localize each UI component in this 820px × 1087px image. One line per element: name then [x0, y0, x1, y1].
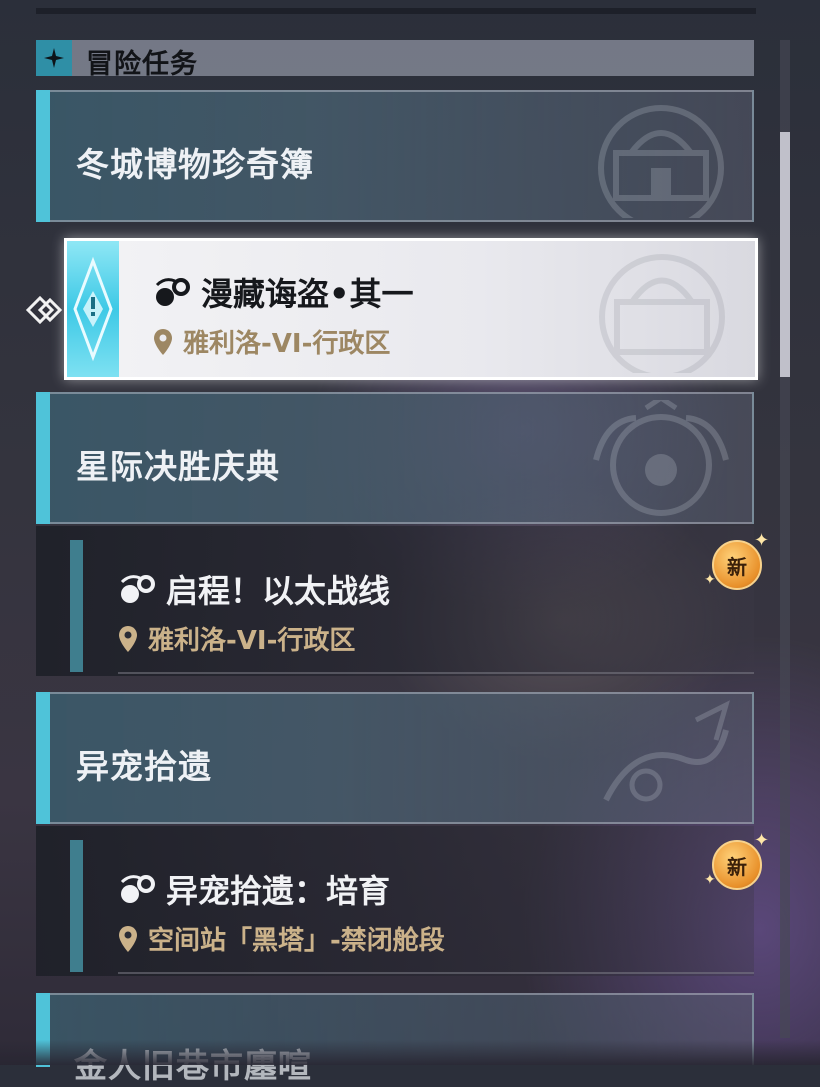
quest-item[interactable]: 启程！以太战线 雅利洛-VI-行政区 — [36, 526, 754, 676]
quest-type-icon — [120, 575, 155, 603]
quest-gem-icon — [67, 241, 119, 377]
quest-type-icon — [155, 278, 190, 306]
category-accent-bar — [36, 692, 50, 824]
location-pin-icon — [154, 328, 172, 355]
category-label: 冬城博物珍奇簿 — [76, 145, 314, 184]
quest-location: 雅利洛-VI-行政区 — [153, 323, 390, 360]
category-accent-bar — [36, 392, 50, 524]
sparkle-diamond-icon — [36, 40, 72, 76]
sparkle-icon: ✦ — [704, 872, 716, 888]
sparkle-icon: ✦ — [754, 530, 770, 551]
location-pin-icon — [119, 625, 137, 652]
sparkle-icon: ✦ — [754, 830, 770, 851]
location-pin-icon — [119, 925, 137, 952]
quest-location: 雅利洛-VI-行政区 — [118, 620, 355, 657]
quest-type-icon — [120, 875, 155, 903]
category-accent-bar — [36, 90, 50, 222]
section-header: 冒险任务 — [36, 40, 754, 80]
category-pet-finder[interactable]: 异宠拾遗 — [36, 692, 754, 824]
category-interstellar-festival[interactable]: 星际决胜庆典 — [36, 392, 754, 524]
pet-emblem-icon — [603, 700, 730, 802]
category-label: 星际决胜庆典 — [76, 447, 280, 486]
quest-divider — [118, 672, 754, 674]
quest-title: 异宠拾遗：培育 — [118, 866, 390, 912]
scrollbar-thumb[interactable] — [780, 132, 790, 377]
new-badge: 新 ✦ ✦ — [704, 830, 770, 890]
festival-emblem-icon — [593, 400, 729, 516]
quest-location: 空间站「黑塔」-禁闭舱段 — [118, 920, 445, 957]
selection-arrow-icon — [24, 290, 64, 334]
bottom-fade — [0, 1040, 820, 1065]
quest-card-selected[interactable]: 漫藏诲盗•其一 雅利洛-VI-行政区 — [64, 238, 758, 380]
quest-divider — [118, 972, 754, 974]
quest-accent-bar — [70, 540, 83, 672]
quest-title: 漫藏诲盗•其一 — [153, 269, 413, 315]
top-divider — [36, 8, 756, 14]
section-title: 冒险任务 — [86, 49, 198, 80]
museum-emblem-icon — [598, 105, 724, 218]
quest-title: 启程！以太战线 — [118, 566, 390, 612]
quest-item[interactable]: 异宠拾遗：培育 空间站「黑塔」-禁闭舱段 — [36, 826, 754, 976]
sparkle-icon: ✦ — [704, 572, 716, 588]
category-winter-city-museum[interactable]: 冬城博物珍奇簿 — [36, 90, 754, 222]
new-badge: 新 ✦ ✦ — [704, 530, 770, 590]
quest-accent-bar — [70, 840, 83, 972]
museum-emblem-icon — [599, 254, 725, 373]
category-label: 异宠拾遗 — [76, 747, 212, 786]
